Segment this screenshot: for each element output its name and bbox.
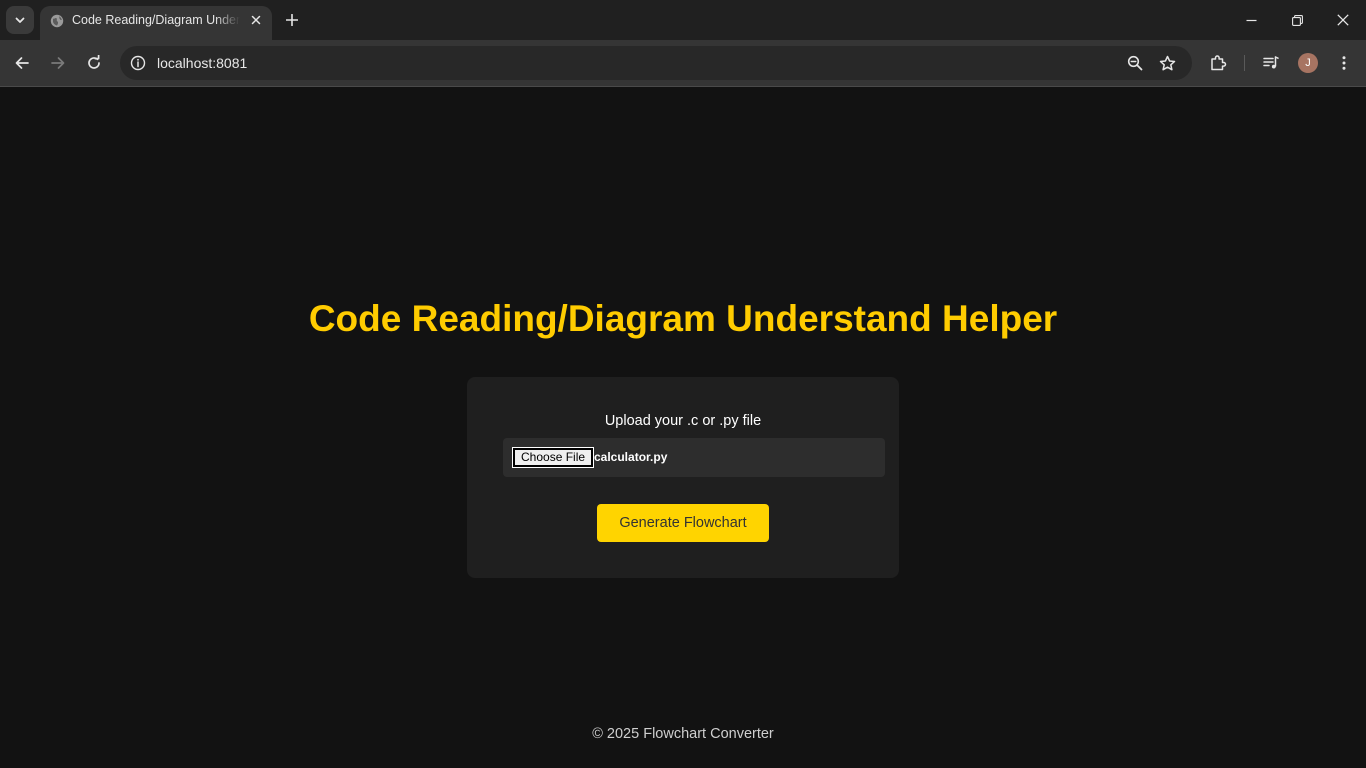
toolbar-divider [1244,55,1245,71]
zoom-out-icon [1127,55,1143,71]
page-content: Code Reading/Diagram Understand Helper U… [0,87,1366,768]
reload-button[interactable] [78,47,110,79]
minimize-icon [1246,19,1256,21]
reload-icon [88,55,100,69]
minimize-button[interactable] [1228,0,1274,40]
plus-icon [286,14,298,26]
address-bar[interactable]: localhost:8081 [120,46,1192,80]
playlist-music-icon [1263,56,1279,69]
browser-toolbar: localhost:8081 J [0,40,1366,86]
forward-button[interactable] [42,47,74,79]
restore-button[interactable] [1274,0,1320,40]
browser-menu-button[interactable] [1328,47,1360,79]
tab-close-button[interactable] [248,12,264,28]
tab-search-button[interactable] [6,6,34,34]
tab-title: Code Reading/Diagram Understand Helper [72,13,240,27]
close-icon [251,15,261,25]
footer-text: © 2025 Flowchart Converter [592,726,774,742]
profile-avatar[interactable]: J [1298,53,1318,73]
restore-icon [1291,14,1303,26]
extensions-button[interactable] [1202,47,1234,79]
zoom-button[interactable] [1123,51,1147,75]
site-info-button[interactable] [126,51,150,75]
choose-file-button[interactable]: Choose File [511,447,595,468]
selected-file-name: calculator.py [594,450,668,464]
puzzle-piece-icon [1211,55,1227,71]
chevron-down-icon [15,17,25,23]
tab-strip: Code Reading/Diagram Understand Helper [0,0,1366,40]
star-icon [1159,55,1175,70]
new-tab-button[interactable] [280,8,304,32]
url-text[interactable]: localhost:8081 [157,55,247,71]
back-button[interactable] [6,47,38,79]
upload-label: Upload your .c or .py file [604,413,762,429]
arrow-left-icon [15,57,29,69]
close-window-button[interactable] [1320,0,1366,40]
close-icon [1337,14,1349,26]
bookmark-button[interactable] [1155,51,1179,75]
page-title: Code Reading/Diagram Understand Helper [308,298,1058,339]
generate-flowchart-button[interactable]: Generate Flowchart [597,504,769,542]
file-input[interactable]: Choose File calculator.py [503,438,885,477]
media-controls-button[interactable] [1255,47,1287,79]
browser-window: Code Reading/Diagram Understand Helper [0,0,1366,768]
arrow-right-icon [51,57,65,69]
globe-icon [50,14,64,28]
info-icon [130,55,146,71]
active-tab[interactable]: Code Reading/Diagram Understand Helper [40,6,272,40]
more-vertical-icon [1342,56,1346,70]
upload-card: Upload your .c or .py file Choose File c… [467,377,899,578]
